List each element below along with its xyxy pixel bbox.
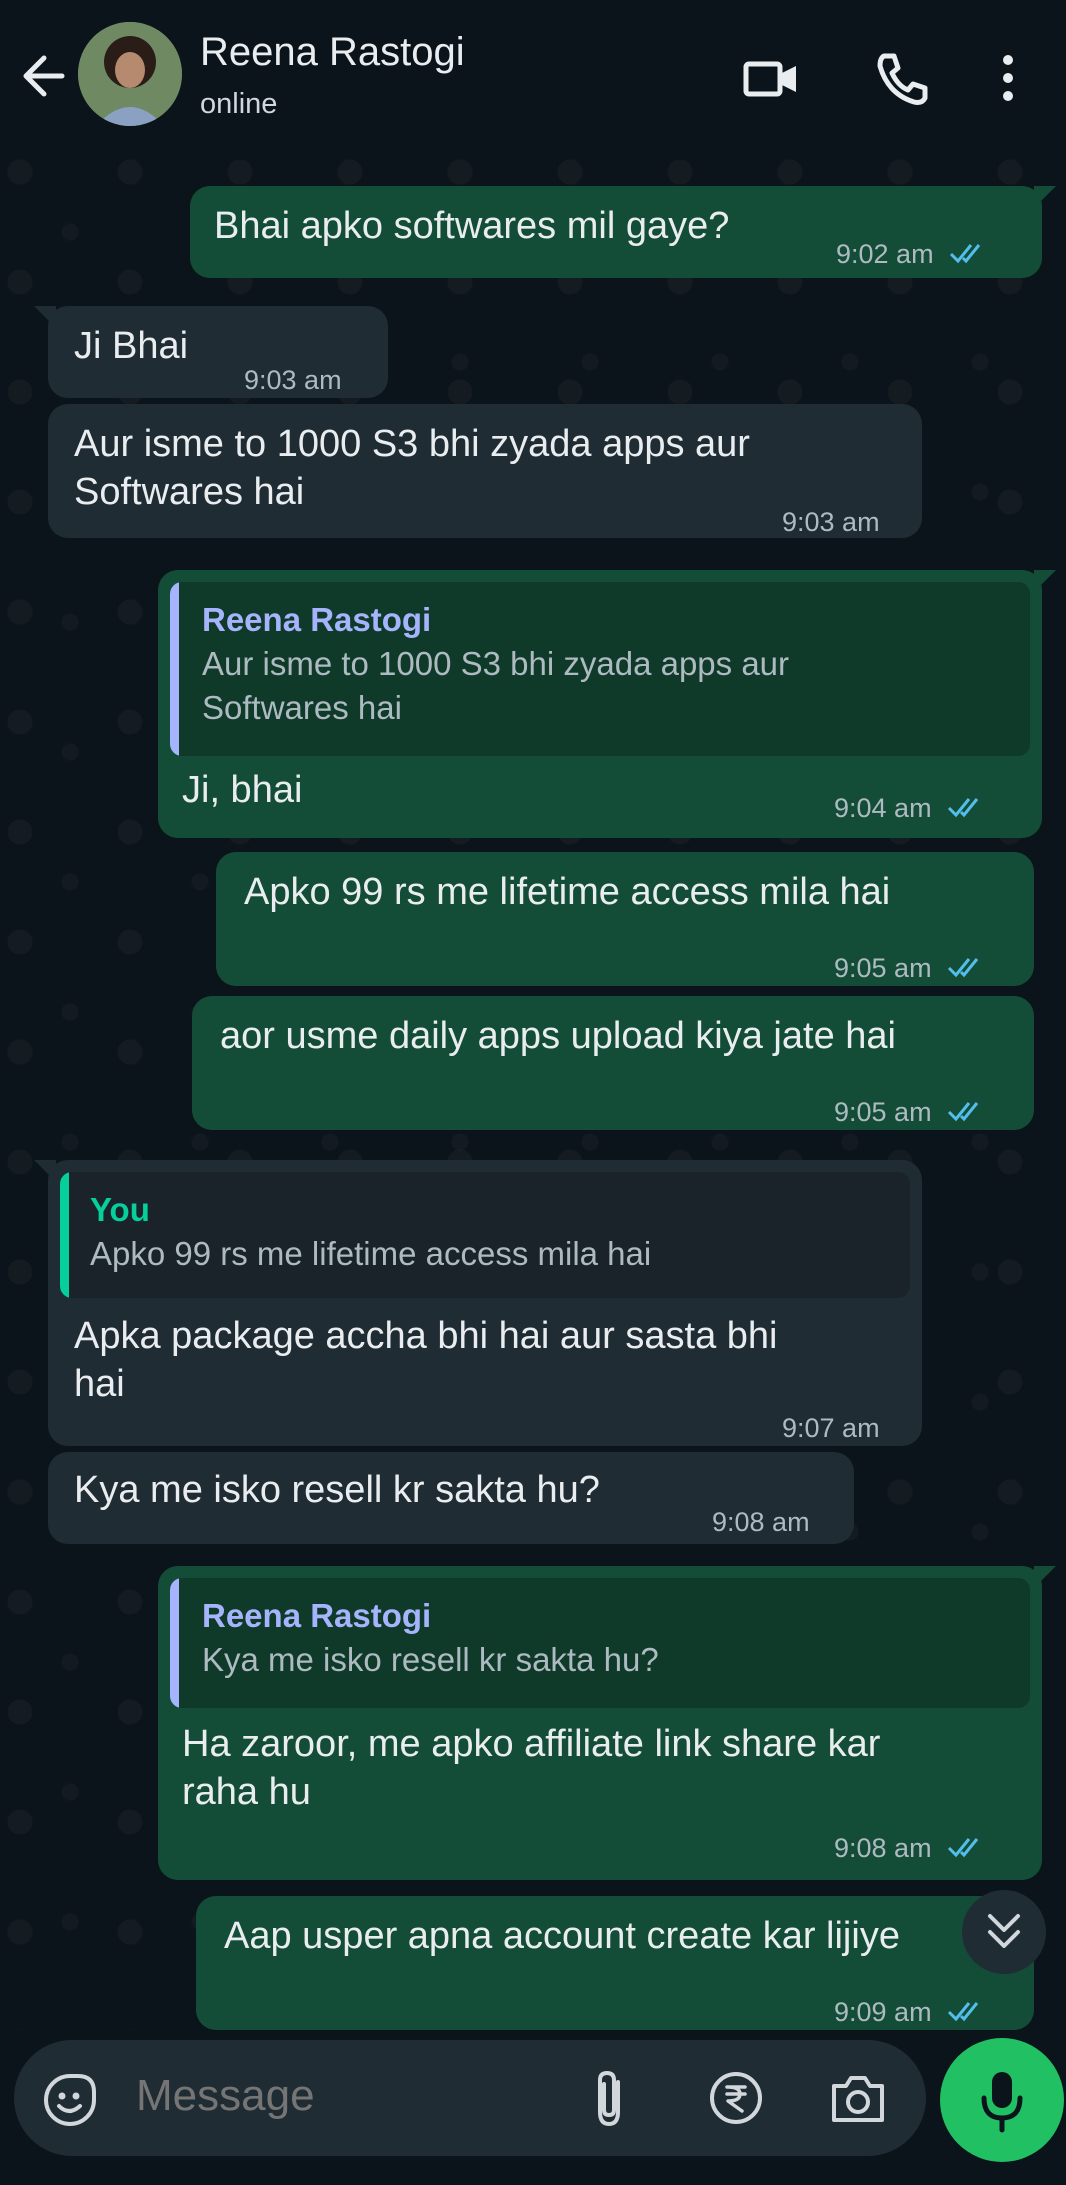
message-meta: 9:08 am [834, 1824, 987, 1874]
message-text: Kya me isko resell kr sakta hu? [74, 1469, 600, 1511]
outgoing-message[interactable]: Bhai apko softwares mil gaye? 9:02 am [190, 186, 1056, 280]
incoming-message[interactable]: Kya me isko resell kr sakta hu? 9:08 am [48, 1452, 854, 1544]
phone-icon[interactable] [870, 46, 934, 110]
quoted-message[interactable]: Reena Rastogi Kya me isko resell kr sakt… [170, 1578, 1030, 1708]
read-receipt-icon [947, 1990, 987, 2038]
quote-accent-bar [170, 582, 179, 756]
outgoing-message[interactable]: aor usme daily apps upload kiya jate hai… [192, 996, 1034, 1130]
read-receipt-icon [947, 1826, 987, 1874]
message-time: 9:05 am [834, 1097, 932, 1127]
chat-header: Reena Rastogi online [0, 0, 1066, 152]
incoming-message[interactable]: You Apko 99 rs me lifetime access mila h… [34, 1160, 922, 1446]
outgoing-message[interactable]: Aap usper apna account create kar lijiye… [196, 1896, 1034, 2030]
read-receipt-icon [949, 232, 989, 280]
message-text: Aur isme to 1000 S3 bhi zyada apps aur S… [74, 423, 750, 513]
mic-icon [981, 2072, 1023, 2133]
outgoing-message[interactable]: Reena Rastogi Aur isme to 1000 S3 bhi zy… [158, 570, 1056, 838]
message-time: 9:09 am [834, 1997, 932, 2027]
video-call-icon[interactable] [738, 46, 802, 110]
more-vertical-icon[interactable] [988, 46, 1028, 110]
message-text: aor usme daily apps upload kiya jate hai [220, 1015, 896, 1057]
message-composer[interactable] [14, 2040, 926, 2156]
quote-accent-bar [60, 1172, 69, 1298]
quote-text: Aur isme to 1000 S3 bhi zyada apps aur S… [202, 645, 790, 726]
attach-icon[interactable] [588, 2068, 630, 2135]
avatar[interactable] [78, 22, 182, 126]
quoted-message[interactable]: Reena Rastogi Aur isme to 1000 S3 bhi zy… [170, 582, 1030, 756]
message-text: Ji Bhai [74, 325, 189, 367]
message-text: Apka package accha bhi hai aur sasta bhi… [74, 1315, 778, 1405]
message-meta: 9:09 am [834, 1988, 987, 2038]
message-meta: 9:02 am [836, 230, 989, 280]
emoji-sticker-icon[interactable] [42, 2072, 98, 2133]
quote-sender: Reena Rastogi [202, 1597, 432, 1634]
rupee-payment-icon[interactable] [708, 2070, 764, 2131]
message-time: 9:08 am [712, 1507, 810, 1537]
message-time: 9:07 am [782, 1413, 880, 1443]
quote-sender: You [90, 1191, 150, 1228]
back-arrow-icon[interactable] [18, 44, 74, 108]
message-time: 9:04 am [834, 793, 932, 823]
message-time: 9:08 am [834, 1833, 932, 1863]
read-receipt-icon [947, 786, 987, 834]
message-meta: 9:04 am [834, 784, 987, 834]
quoted-message[interactable]: You Apko 99 rs me lifetime access mila h… [60, 1172, 910, 1298]
scroll-to-bottom-button[interactable] [962, 1890, 1046, 1974]
incoming-message[interactable]: Aur isme to 1000 S3 bhi zyada apps aur S… [48, 404, 922, 538]
incoming-message[interactable]: Ji Bhai 9:03 am [34, 306, 388, 398]
camera-icon[interactable] [828, 2072, 888, 2131]
read-receipt-icon [947, 946, 987, 994]
message-text: Apko 99 rs me lifetime access mila hai [244, 871, 891, 913]
message-time: 9:05 am [834, 953, 932, 983]
message-meta: 9:05 am [834, 944, 987, 994]
contact-name[interactable]: Reena Rastogi [200, 30, 465, 75]
message-time: 9:03 am [782, 507, 880, 537]
quote-sender: Reena Rastogi [202, 601, 432, 638]
message-meta: 9:05 am [834, 1088, 987, 1138]
double-chevron-down-icon [988, 1914, 1020, 1948]
outgoing-message[interactable]: Reena Rastogi Kya me isko resell kr sakt… [158, 1566, 1056, 1880]
message-text: Bhai apko softwares mil gaye? [214, 205, 730, 247]
read-receipt-icon [947, 1090, 987, 1138]
message-time: 9:02 am [836, 239, 934, 269]
contact-status: online [200, 88, 278, 120]
message-text: Ji, bhai [182, 769, 303, 811]
message-input[interactable] [134, 2070, 558, 2122]
quote-text: Apko 99 rs me lifetime access mila hai [90, 1235, 652, 1272]
outgoing-message[interactable]: Apko 99 rs me lifetime access mila hai 9… [216, 852, 1034, 986]
chat-area[interactable]: Bhai apko softwares mil gaye? 9:02 am Ji… [0, 152, 1066, 2030]
quote-text: Kya me isko resell kr sakta hu? [202, 1641, 659, 1678]
message-text: Aap usper apna account create kar lijiye [224, 1915, 900, 1957]
voice-record-button[interactable] [940, 2038, 1064, 2162]
quote-accent-bar [170, 1578, 179, 1708]
message-time: 9:03 am [244, 365, 342, 395]
message-text: Ha zaroor, me apko affiliate link share … [182, 1723, 881, 1813]
